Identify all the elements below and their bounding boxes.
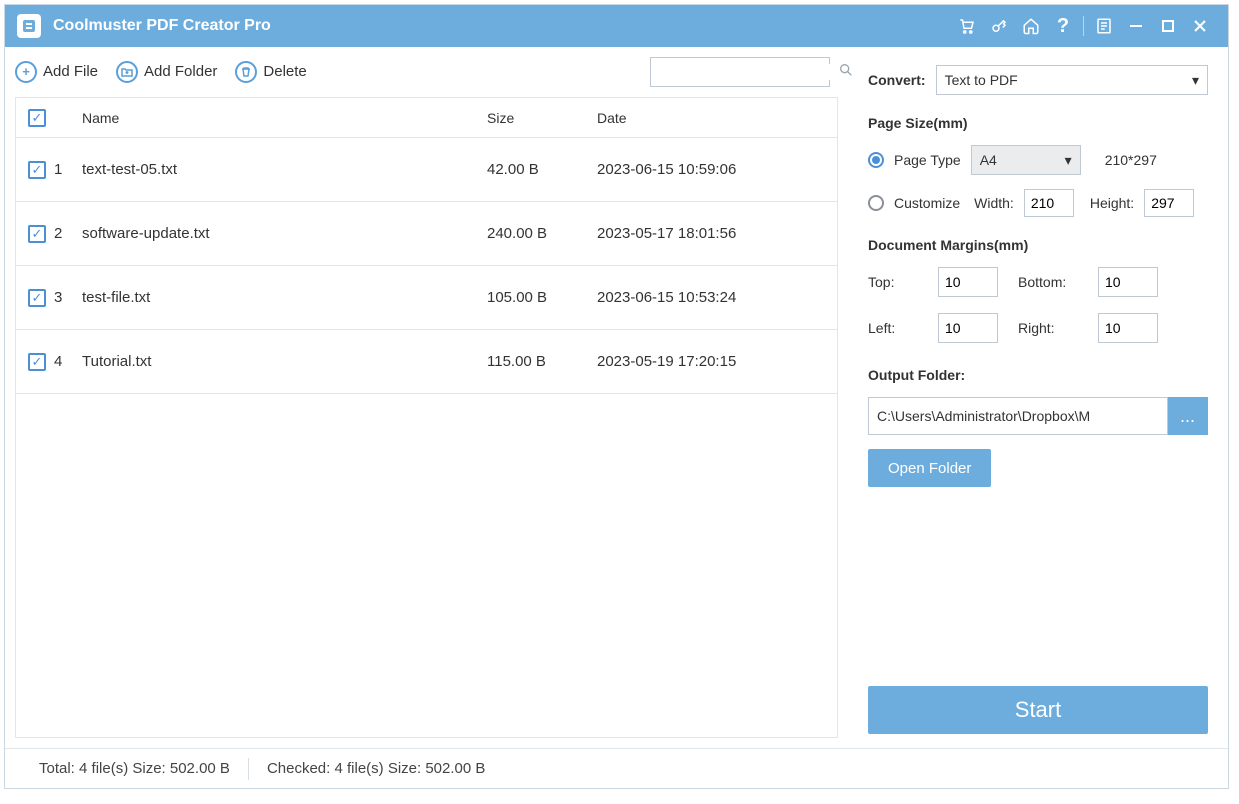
row-date: 2023-05-19 17:20:15 <box>597 353 837 370</box>
delete-button[interactable]: Delete <box>235 61 306 83</box>
cart-icon[interactable] <box>951 10 983 42</box>
row-checkbox[interactable] <box>28 161 46 179</box>
maximize-button[interactable] <box>1152 10 1184 42</box>
row-name: Tutorial.txt <box>76 353 487 370</box>
close-button[interactable] <box>1184 10 1216 42</box>
convert-label: Convert: <box>868 72 926 88</box>
output-folder-box: C:\Users\Administrator\Dropbox\M ... <box>868 397 1208 435</box>
margin-bottom-label: Bottom: <box>1018 274 1098 290</box>
search-box[interactable] <box>650 57 830 87</box>
customize-label: Customize <box>894 195 960 211</box>
status-checked: Checked: 4 file(s) Size: 502.00 B <box>249 760 503 777</box>
margin-left-input[interactable] <box>938 313 998 343</box>
customize-radio[interactable] <box>868 195 884 211</box>
search-input[interactable] <box>657 64 838 80</box>
margin-bottom-input[interactable] <box>1098 267 1158 297</box>
header-name[interactable]: Name <box>76 110 487 126</box>
margin-left-label: Left: <box>868 320 938 336</box>
file-table: Name Size Date 1 text-test-05.txt 42.00 … <box>15 97 838 738</box>
margin-top-label: Top: <box>868 274 938 290</box>
app-window: Coolmuster PDF Creator Pro ? <box>4 4 1229 789</box>
add-file-button[interactable]: + Add File <box>15 61 98 83</box>
row-index: 1 <box>54 161 62 178</box>
start-button[interactable]: Start <box>868 686 1208 734</box>
row-date: 2023-06-15 10:53:24 <box>597 289 837 306</box>
row-size: 105.00 B <box>487 289 597 306</box>
open-folder-button[interactable]: Open Folder <box>868 449 991 487</box>
add-folder-icon <box>116 61 138 83</box>
status-total: Total: 4 file(s) Size: 502.00 B <box>21 760 248 777</box>
convert-value: Text to PDF <box>945 72 1018 88</box>
titlebar: Coolmuster PDF Creator Pro ? <box>5 5 1228 47</box>
row-date: 2023-06-15 10:59:06 <box>597 161 837 178</box>
delete-icon <box>235 61 257 83</box>
browse-button[interactable]: ... <box>1168 397 1208 435</box>
home-icon[interactable] <box>1015 10 1047 42</box>
row-index: 4 <box>54 353 62 370</box>
page-type-label: Page Type <box>894 152 961 168</box>
row-size: 115.00 B <box>487 353 597 370</box>
table-header: Name Size Date <box>16 98 837 138</box>
page-dims: 210*297 <box>1105 152 1157 168</box>
row-name: software-update.txt <box>76 225 487 242</box>
row-checkbox[interactable] <box>28 225 46 243</box>
add-folder-button[interactable]: Add Folder <box>116 61 217 83</box>
margin-right-label: Right: <box>1018 320 1098 336</box>
row-checkbox[interactable] <box>28 289 46 307</box>
app-icon <box>17 14 41 38</box>
feedback-icon[interactable] <box>1088 10 1120 42</box>
table-row[interactable]: 4 Tutorial.txt 115.00 B 2023-05-19 17:20… <box>16 330 837 394</box>
row-checkbox[interactable] <box>28 353 46 371</box>
help-icon[interactable]: ? <box>1047 10 1079 42</box>
add-folder-label: Add Folder <box>144 63 217 80</box>
status-bar: Total: 4 file(s) Size: 502.00 B Checked:… <box>5 748 1228 788</box>
left-pane: + Add File Add Folder Delete <box>5 47 848 748</box>
add-file-label: Add File <box>43 63 98 80</box>
row-name: text-test-05.txt <box>76 161 487 178</box>
toolbar: + Add File Add Folder Delete <box>5 47 848 97</box>
row-index: 3 <box>54 289 62 306</box>
page-type-value: A4 <box>980 152 997 168</box>
height-input[interactable] <box>1144 189 1194 217</box>
page-type-radio[interactable] <box>868 152 884 168</box>
margin-top-input[interactable] <box>938 267 998 297</box>
margins-title: Document Margins(mm) <box>868 237 1208 253</box>
settings-panel: Convert: Text to PDF ▾ Page Size(mm) Pag… <box>848 47 1228 748</box>
add-file-icon: + <box>15 61 37 83</box>
row-size: 240.00 B <box>487 225 597 242</box>
row-name: test-file.txt <box>76 289 487 306</box>
table-row[interactable]: 1 text-test-05.txt 42.00 B 2023-06-15 10… <box>16 138 837 202</box>
page-size-title: Page Size(mm) <box>868 115 1208 131</box>
table-row[interactable]: 3 test-file.txt 105.00 B 2023-06-15 10:5… <box>16 266 837 330</box>
body: + Add File Add Folder Delete <box>5 47 1228 748</box>
row-size: 42.00 B <box>487 161 597 178</box>
select-all-checkbox[interactable] <box>28 109 46 127</box>
delete-label: Delete <box>263 63 306 80</box>
chevron-down-icon: ▾ <box>1192 72 1199 89</box>
output-path[interactable]: C:\Users\Administrator\Dropbox\M <box>868 397 1168 435</box>
minimize-button[interactable] <box>1120 10 1152 42</box>
row-index: 2 <box>54 225 62 242</box>
app-title: Coolmuster PDF Creator Pro <box>53 17 271 35</box>
height-label: Height: <box>1090 195 1134 211</box>
width-label: Width: <box>974 195 1014 211</box>
key-icon[interactable] <box>983 10 1015 42</box>
header-date[interactable]: Date <box>597 110 837 126</box>
convert-select[interactable]: Text to PDF ▾ <box>936 65 1208 95</box>
output-title: Output Folder: <box>868 367 1208 383</box>
margins-grid: Top: Bottom: Left: Right: <box>868 267 1208 343</box>
row-date: 2023-05-17 18:01:56 <box>597 225 837 242</box>
width-input[interactable] <box>1024 189 1074 217</box>
table-row[interactable]: 2 software-update.txt 240.00 B 2023-05-1… <box>16 202 837 266</box>
header-size[interactable]: Size <box>487 110 597 126</box>
chevron-down-icon: ▾ <box>1065 152 1072 169</box>
page-type-select[interactable]: A4 ▾ <box>971 145 1081 175</box>
margin-right-input[interactable] <box>1098 313 1158 343</box>
